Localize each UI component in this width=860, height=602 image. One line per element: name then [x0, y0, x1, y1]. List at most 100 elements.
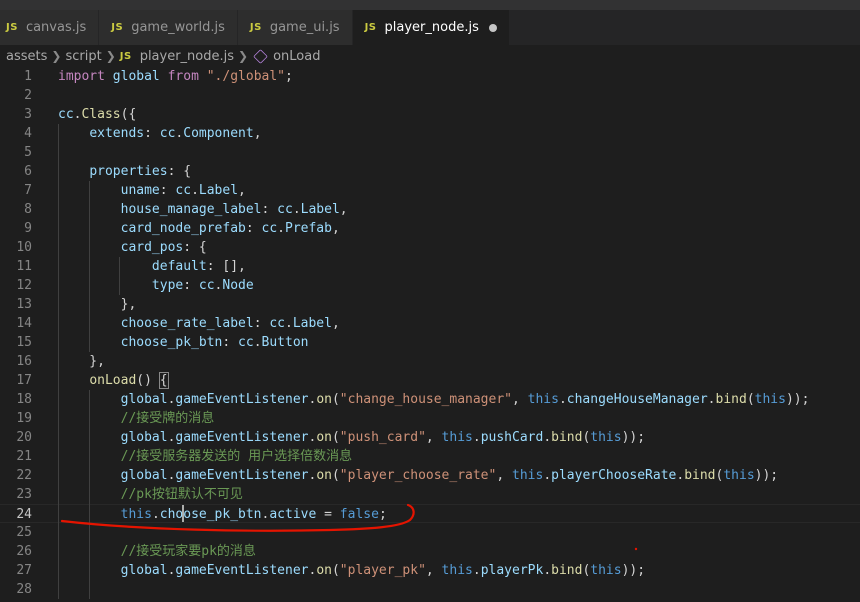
- code-token: cc: [198, 278, 215, 293]
- code-line[interactable]: 19 //接受牌的消息: [0, 409, 860, 428]
- code-token: bind: [551, 563, 583, 578]
- code-line[interactable]: 1 import global from "./global";: [0, 67, 860, 86]
- code-token: bind: [551, 430, 583, 445]
- code-token: cc: [159, 126, 176, 141]
- js-file-icon: JS: [249, 22, 262, 33]
- code-text: global.gameEventListener.on("change_hous…: [58, 390, 810, 409]
- code-token: .: [191, 183, 199, 198]
- code-token: //pk按钮默认不可见: [120, 487, 243, 502]
- code-line[interactable]: 7 uname: cc.Label,: [0, 181, 860, 200]
- tab-game-world-js[interactable]: JS game_world.js: [99, 10, 238, 45]
- code-line[interactable]: 20 global. gameEventListener. on("push_car…: [0, 428, 860, 447]
- code-token: changeHouseManager: [566, 392, 708, 407]
- tab-game-ui-js[interactable]: JS game_ui.js: [237, 10, 353, 45]
- code-line[interactable]: 12 type: cc.Node: [0, 276, 860, 295]
- method-cube-icon: [253, 48, 268, 64]
- code-text: onLoad() {: [58, 371, 169, 390]
- code-line[interactable]: 16 },: [0, 352, 860, 371]
- tab-bar: JS canvas.js JS game_world.js JS game_ui…: [0, 10, 860, 45]
- code-token: on: [316, 468, 332, 483]
- code-token: cc: [269, 316, 285, 331]
- line-number: 1: [24, 69, 32, 84]
- code-token: this: [754, 392, 786, 407]
- js-file-icon: JS: [111, 22, 124, 33]
- title-strip: [0, 0, 860, 10]
- code-token: "change_house_manager": [339, 392, 512, 407]
- code-text: global. gameEventListener. on("player_pk",…: [58, 561, 645, 580]
- code-line[interactable]: 3 cc.Class({: [0, 105, 860, 124]
- code-text: type: cc.Node: [58, 276, 254, 295]
- code-line[interactable]: 22 global.gameEventListener.on("player_c…: [0, 466, 860, 485]
- code-line[interactable]: 15 choose_pk_btn: cc.Button: [0, 333, 860, 352]
- line-number: 2: [24, 88, 32, 103]
- code-line[interactable]: 26 //接受玩家要pk的消息: [0, 542, 860, 561]
- code-token: .: [543, 430, 552, 445]
- code-line[interactable]: 11 default: [],: [0, 257, 860, 276]
- code-line[interactable]: 24 this.choose_pk_btn.active = false;: [0, 504, 860, 523]
- code-token: Label: [292, 316, 332, 331]
- breadcrumb-item-assets[interactable]: assets: [6, 49, 47, 64]
- code-token: "player_pk": [339, 563, 426, 578]
- code-token: ));: [621, 563, 646, 578]
- code-token: .: [253, 335, 262, 350]
- code-line[interactable]: 4 extends: cc.Component,: [0, 124, 860, 143]
- code-token: on: [316, 392, 332, 407]
- code-token: {: [158, 372, 169, 389]
- code-token: :: [245, 221, 262, 236]
- code-token: },: [58, 354, 105, 369]
- code-line[interactable]: 10 card_pos: {: [0, 238, 860, 257]
- code-token: (: [331, 392, 340, 407]
- code-token: //接受玩家要pk的消息: [120, 544, 256, 559]
- code-text: //接受玩家要pk的消息: [58, 542, 256, 561]
- code-line[interactable]: 8 house_manage_label: cc.Label,: [0, 200, 860, 219]
- line-number: 22: [16, 468, 32, 483]
- code-text: cc.Class({: [58, 105, 136, 124]
- code-text: choose_pk_btn: cc.Button: [58, 333, 309, 352]
- code-token: bind: [715, 392, 747, 407]
- code-token: },: [58, 297, 137, 312]
- code-line[interactable]: 18 global.gameEventListener.on("change_h…: [0, 390, 860, 409]
- code-token: card_node_prefab: [120, 221, 246, 236]
- code-token: this: [441, 430, 473, 445]
- code-token: :: [253, 316, 270, 331]
- tab-player-node-js[interactable]: JS player_node.js: [352, 10, 510, 45]
- code-line[interactable]: 25: [0, 523, 860, 542]
- code-token: .: [472, 563, 481, 578]
- breadcrumb-item-script[interactable]: script: [65, 49, 101, 64]
- code-line[interactable]: 9 card_node_prefab: cc.Prefab,: [0, 219, 860, 238]
- code-token: cc: [58, 107, 74, 122]
- code-token: //接受服务器发送的 用户选择倍数消息: [120, 449, 353, 464]
- code-line[interactable]: 14 choose_rate_label: cc.Label,: [0, 314, 860, 333]
- code-token: global: [120, 468, 168, 483]
- code-line[interactable]: 23 //pk按钮默认不可见: [0, 485, 860, 504]
- code-line[interactable]: 5: [0, 143, 860, 162]
- breadcrumb-item-symbol[interactable]: onLoad: [273, 49, 320, 64]
- code-line[interactable]: 28: [0, 580, 860, 599]
- breadcrumb: assets ❯ script ❯ JS player_node.js ❯ on…: [0, 45, 860, 67]
- code-token: Class: [81, 107, 121, 122]
- unsaved-changes-dot-icon[interactable]: [488, 23, 497, 32]
- breadcrumb-item-file[interactable]: player_node.js: [140, 49, 234, 64]
- code-token: ));: [785, 392, 810, 407]
- code-line[interactable]: 2: [0, 86, 860, 105]
- code-token: default: [151, 259, 207, 274]
- code-token: "./global": [206, 69, 286, 84]
- code-text: properties: {: [58, 162, 191, 181]
- code-text: card_node_prefab: cc.Prefab,: [58, 219, 340, 238]
- code-token: properties: [89, 164, 168, 179]
- code-token: Label: [198, 183, 239, 198]
- code-line[interactable]: 17 onLoad() {: [0, 371, 860, 390]
- code-line[interactable]: 6 properties: {: [0, 162, 860, 181]
- line-number: 27: [16, 563, 32, 578]
- line-number: 19: [16, 411, 32, 426]
- code-text: //pk按钮默认不可见: [58, 485, 243, 504]
- code-editor[interactable]: 1 import global from "./global"; 2 3 cc.Clas…: [0, 66, 860, 602]
- code-token: extends: [89, 126, 145, 141]
- code-token: :: [144, 126, 160, 141]
- code-line[interactable]: 13 },: [0, 295, 860, 314]
- tab-canvas-js[interactable]: JS canvas.js: [0, 10, 100, 45]
- code-line[interactable]: 21 //接受服务器发送的 用户选择倍数消息: [0, 447, 860, 466]
- code-line[interactable]: 27 global. gameEventListener. on("player_p…: [0, 561, 860, 580]
- code-token: cc: [261, 221, 278, 236]
- tab-label: player_node.js: [384, 20, 479, 35]
